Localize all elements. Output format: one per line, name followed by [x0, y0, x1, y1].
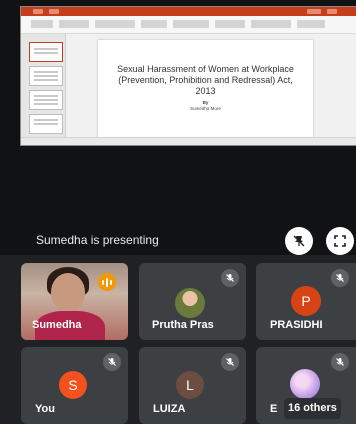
ppt-statusbar	[21, 137, 356, 145]
participant-tile[interactable]: Prutha Pras	[139, 263, 246, 340]
participant-name: LUIZA	[153, 403, 186, 415]
participant-name: Prutha Pras	[152, 319, 214, 331]
participant-tile[interactable]: S You	[21, 347, 128, 424]
participant-name: PRASIDHI	[270, 319, 323, 331]
participant-avatar: L	[176, 371, 204, 399]
participant-avatar: P	[291, 286, 321, 316]
slide-author: Sumedha More	[190, 106, 221, 111]
participant-name: Sumedha	[32, 319, 82, 331]
speaking-indicator-icon	[98, 273, 116, 291]
participant-name: You	[35, 403, 55, 415]
mic-off-icon	[103, 353, 121, 371]
mic-off-icon	[331, 269, 349, 287]
participant-name: E	[270, 403, 278, 415]
mic-off-icon	[221, 269, 239, 287]
participant-avatar	[175, 288, 205, 318]
mic-off-icon	[331, 353, 349, 371]
unpin-icon	[293, 235, 305, 247]
participant-tile[interactable]: Sumedha	[21, 263, 128, 340]
current-slide: Sexual Harassment of Women at Workplace …	[98, 40, 313, 138]
slide-thumbnail[interactable]	[29, 114, 63, 134]
ppt-ribbon	[21, 16, 356, 34]
fullscreen-button[interactable]	[326, 227, 354, 255]
mic-off-icon	[221, 353, 239, 371]
others-count-button[interactable]: 16 others	[284, 398, 341, 419]
ppt-titlebar	[21, 7, 356, 16]
shared-screen: Sexual Harassment of Women at Workplace …	[0, 0, 356, 255]
unpin-button[interactable]	[285, 227, 313, 255]
presenting-label: Sumedha is presenting	[36, 233, 159, 247]
slide-thumbnail[interactable]	[29, 90, 63, 110]
participant-avatar: S	[59, 371, 87, 399]
slide-thumbnail[interactable]	[29, 42, 63, 62]
slide-thumbnail[interactable]	[29, 66, 63, 86]
participant-avatar	[290, 369, 320, 399]
slide-title: Sexual Harassment of Women at Workplace …	[117, 64, 294, 96]
powerpoint-window: Sexual Harassment of Women at Workplace …	[20, 6, 356, 146]
slide-by: By	[202, 100, 209, 105]
participant-tile[interactable]: P PRASIDHI	[256, 263, 356, 340]
participant-tile[interactable]: L LUIZA	[139, 347, 246, 424]
slide-thumbnails	[21, 34, 66, 138]
fullscreen-icon	[334, 235, 346, 247]
